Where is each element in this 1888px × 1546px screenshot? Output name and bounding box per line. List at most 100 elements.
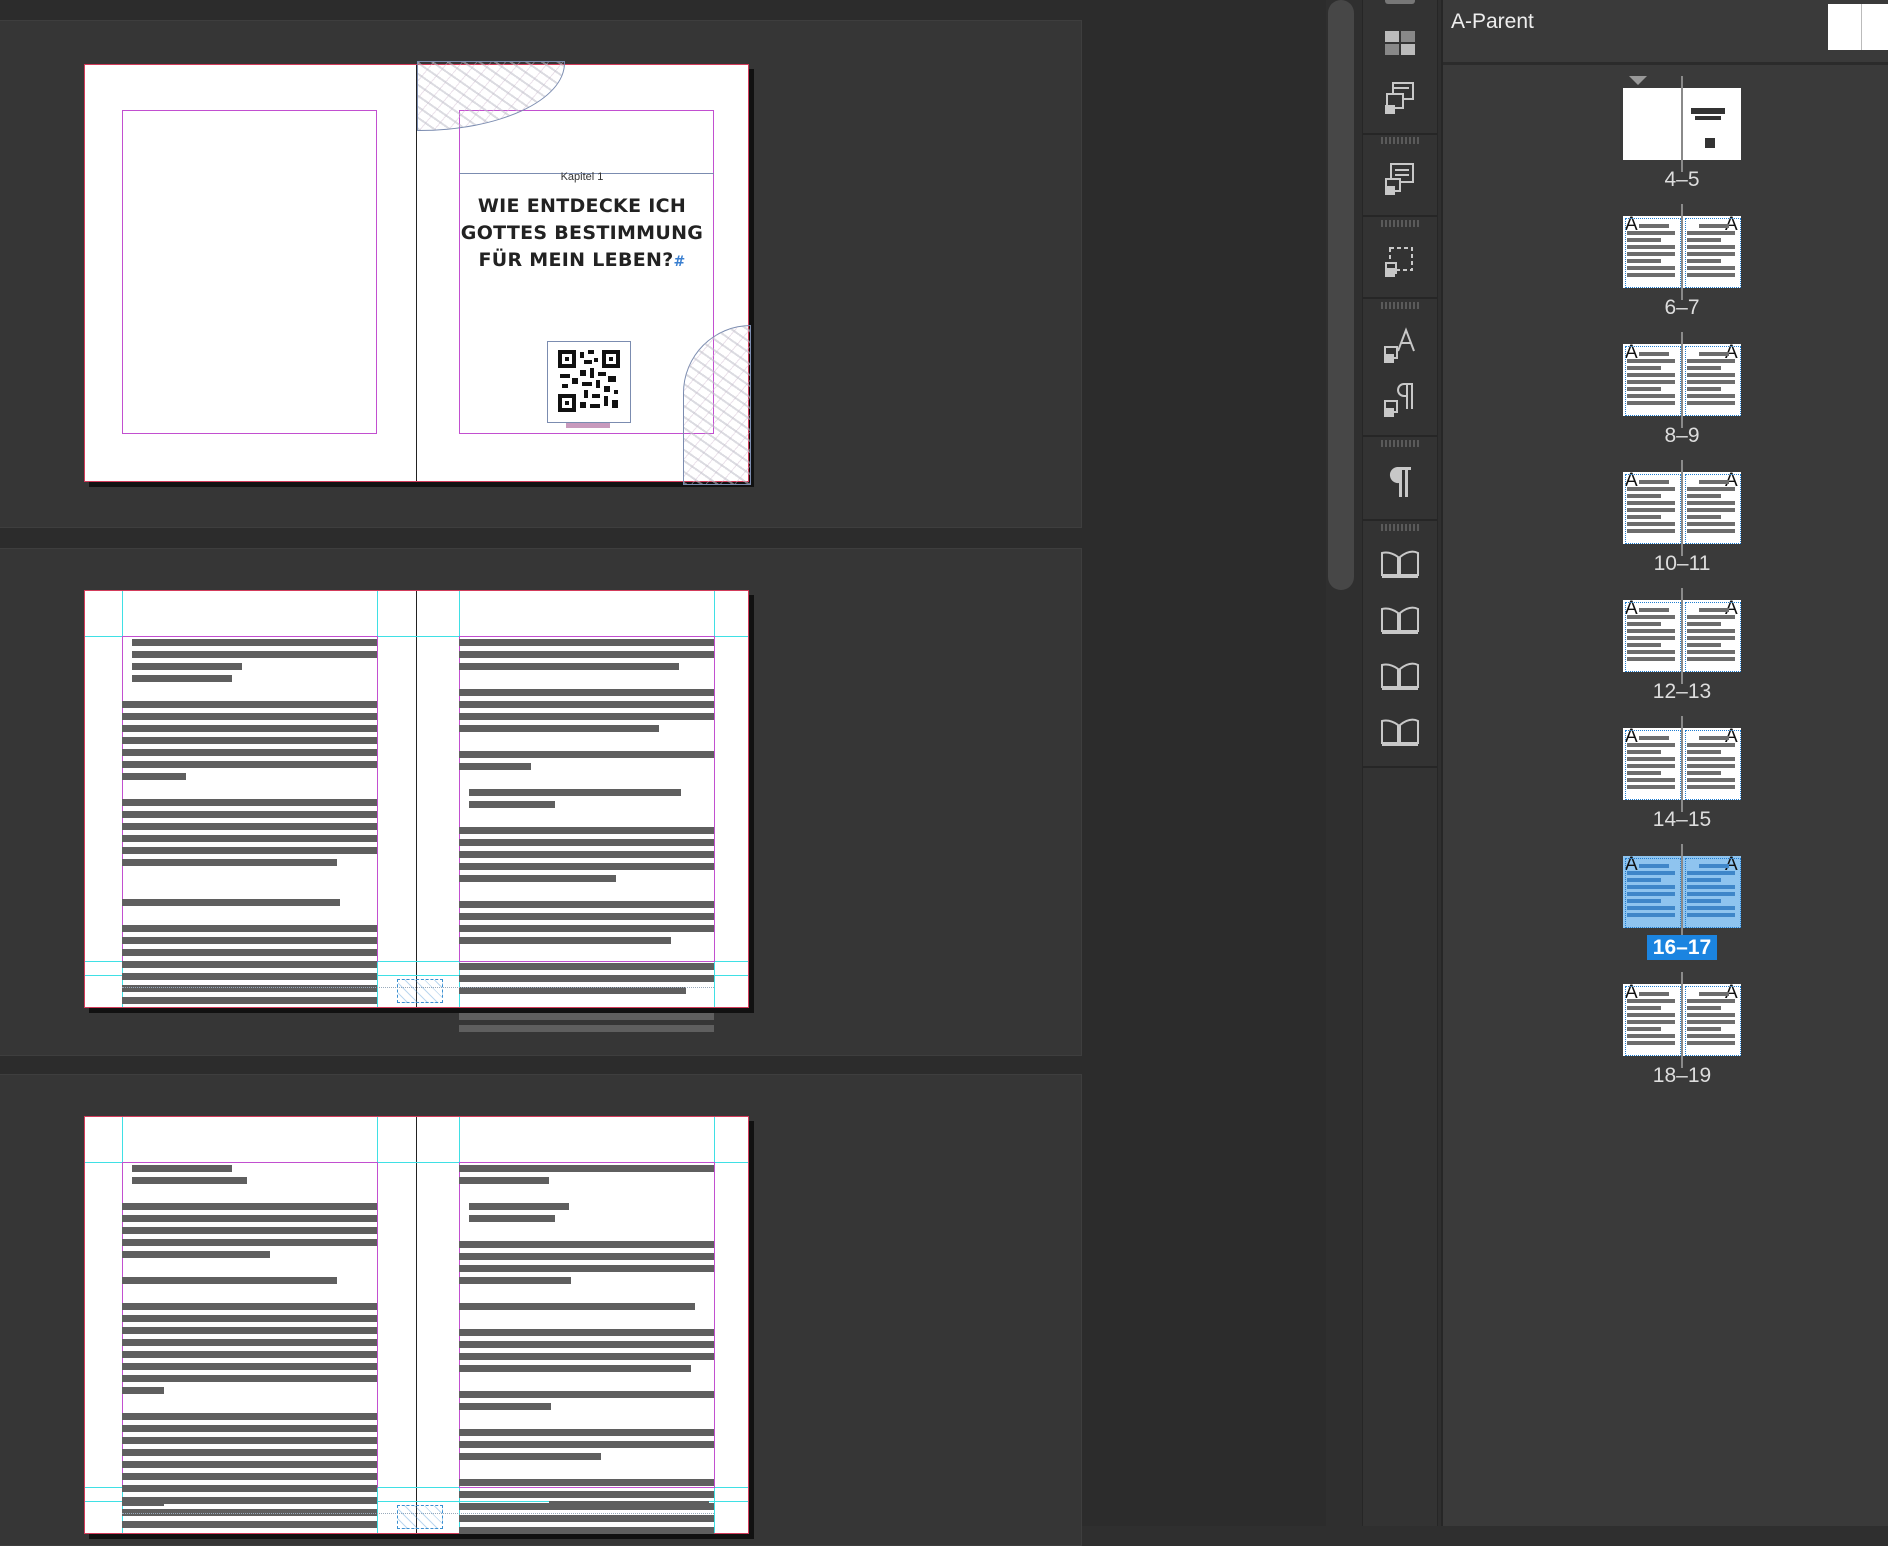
- page-thumbnail-left[interactable]: [1623, 88, 1681, 160]
- text-line: [459, 937, 671, 944]
- thumbnail-text-line: [1687, 615, 1735, 619]
- text-line: [122, 859, 337, 866]
- parent-page-thumbnail[interactable]: [1828, 4, 1888, 50]
- thumbnail-text-line: [1687, 785, 1735, 789]
- spread-thumbnail[interactable]: AA: [1623, 716, 1741, 812]
- parent-page-label[interactable]: A-Parent: [1451, 10, 1534, 34]
- thumbnail-text-line: [1627, 913, 1675, 917]
- margin-frame-right: [459, 1162, 715, 1488]
- thumbnail-text-line: [1639, 352, 1669, 356]
- text-line: [122, 1277, 337, 1284]
- page-thumbnail-right[interactable]: [1683, 88, 1741, 160]
- book-icon[interactable]: [1377, 543, 1423, 585]
- book-icon[interactable]: [1377, 711, 1423, 753]
- page-spread-item[interactable]: A A 8–9: [1443, 332, 1888, 472]
- thumbnail-text-line: [1627, 515, 1661, 519]
- text-line: [459, 1165, 714, 1172]
- thumbnail-text-line: [1687, 401, 1735, 405]
- spread-thumbnail[interactable]: AA: [1623, 844, 1741, 940]
- thumbnail-text-line: [1687, 259, 1721, 263]
- spread-page-numbers[interactable]: 6–7: [1443, 296, 1888, 320]
- text-line: [459, 689, 714, 696]
- spread-page-numbers[interactable]: 8–9: [1443, 424, 1888, 448]
- text-line: [459, 901, 714, 908]
- spread-thumbnail[interactable]: AA: [1623, 204, 1741, 300]
- paragraph-styles-icon[interactable]: [1377, 379, 1423, 421]
- spread-page-numbers[interactable]: 10–11: [1443, 552, 1888, 576]
- page-spread-item[interactable]: A A 18–19: [1443, 972, 1888, 1112]
- text-line: [122, 1215, 377, 1222]
- character-styles-icon[interactable]: [1377, 325, 1423, 367]
- spread-page-numbers[interactable]: 12–13: [1443, 680, 1888, 704]
- page-spread-item[interactable]: 4–5: [1443, 76, 1888, 216]
- tool-group: [1363, 135, 1437, 217]
- document-canvas[interactable]: Kapitel 1 WIE ENTDECKE ICH GOTTES BESTIM…: [0, 0, 1326, 1546]
- thumbnail-text-line: [1687, 750, 1721, 754]
- book-icon[interactable]: [1377, 655, 1423, 697]
- spread-thumbnail[interactable]: AA: [1623, 460, 1741, 556]
- spread-text-1[interactable]: [84, 590, 751, 1032]
- text-line: [122, 1327, 377, 1334]
- spread-page-numbers[interactable]: 14–15: [1443, 808, 1888, 832]
- text-line: [459, 1403, 551, 1410]
- thumbnail-qr-block: [1705, 138, 1715, 148]
- text-line: [122, 1351, 377, 1358]
- thumbnail-text-line: [1627, 266, 1675, 270]
- page-spread-item[interactable]: A A 12–13: [1443, 588, 1888, 728]
- parent-pages-row[interactable]: A-Parent: [1443, 0, 1888, 65]
- parent-items-icon[interactable]: [1377, 76, 1423, 118]
- page-spread-item[interactable]: A A 6–7: [1443, 204, 1888, 344]
- pages-panel[interactable]: A-Parent 4–5 A A 6–7 A A 8–9 A A 10–11 A A 12–13 A A 14…: [1441, 0, 1888, 1526]
- text-line: [459, 1429, 714, 1436]
- thumbnail-text-line: [1699, 992, 1729, 996]
- thumbnail-text-line: [1687, 657, 1735, 661]
- spread-thumbnail[interactable]: AA: [1623, 332, 1741, 428]
- spread-thumbnail[interactable]: AA: [1623, 972, 1741, 1068]
- spread-text-2[interactable]: [84, 1116, 751, 1538]
- thumbnail-text-line: [1699, 608, 1729, 612]
- canvas-scrollbar[interactable]: [1326, 0, 1356, 1526]
- thumbnail-text-line: [1627, 259, 1661, 263]
- text-line: [469, 801, 555, 808]
- thumbnail-text-line: [1639, 736, 1669, 740]
- page-spread-item[interactable]: A A 16–17: [1443, 844, 1888, 984]
- spine-line: [1681, 460, 1683, 556]
- spread-page-numbers[interactable]: 4–5: [1443, 168, 1888, 192]
- frame-fitting-icon[interactable]: [1377, 239, 1423, 281]
- thumbnail-text-line: [1687, 1041, 1735, 1045]
- thumbnail-text-line: [1627, 1006, 1661, 1010]
- chapter-title[interactable]: WIE ENTDECKE ICH GOTTES BESTIMMUNG FÜR M…: [459, 193, 705, 276]
- text-line: [459, 875, 616, 882]
- thumbnail-text-line: [1687, 1034, 1735, 1038]
- qr-code-frame[interactable]: [547, 341, 631, 428]
- thumbnail-text-line: [1687, 515, 1721, 519]
- thumbnail-text-line: [1639, 608, 1669, 612]
- object-styles-icon[interactable]: [1377, 157, 1423, 199]
- thumbnail-text-line: [1687, 771, 1721, 775]
- text-line: [459, 1013, 714, 1020]
- text-line: [122, 949, 377, 956]
- layers-grid-icon[interactable]: [1377, 22, 1423, 64]
- page-spread[interactable]: [84, 590, 749, 1032]
- book-icon[interactable]: [1377, 599, 1423, 641]
- page-spread[interactable]: [84, 1116, 749, 1534]
- spread-page-numbers[interactable]: 16–17: [1443, 935, 1888, 960]
- thumbnail-text-line: [1687, 366, 1721, 370]
- spread-thumbnail[interactable]: AA: [1623, 588, 1741, 684]
- text-line: [122, 725, 377, 732]
- spread-opener[interactable]: Kapitel 1 WIE ENTDECKE ICH GOTTES BESTIM…: [84, 61, 751, 486]
- thumbnail-text-line: [1639, 480, 1669, 484]
- page-spread[interactable]: Kapitel 1 WIE ENTDECKE ICH GOTTES BESTIM…: [84, 61, 751, 485]
- chapter-label[interactable]: Kapitel 1: [459, 171, 705, 183]
- spread-page-numbers[interactable]: 18–19: [1443, 1064, 1888, 1088]
- thumbnail-text-line: [1627, 650, 1675, 654]
- thumbnail-text-line: [1627, 643, 1661, 647]
- page-spread-item[interactable]: A A 10–11: [1443, 460, 1888, 600]
- scrollbar-thumb[interactable]: [1328, 0, 1354, 590]
- text-line: [459, 1491, 714, 1498]
- text-line: [132, 1165, 232, 1172]
- page-spread-item[interactable]: A A 14–15: [1443, 716, 1888, 856]
- thumbnail-text-line: [1639, 224, 1669, 228]
- paragraph-icon[interactable]: [1377, 461, 1423, 503]
- spread-thumbnail[interactable]: [1623, 76, 1741, 172]
